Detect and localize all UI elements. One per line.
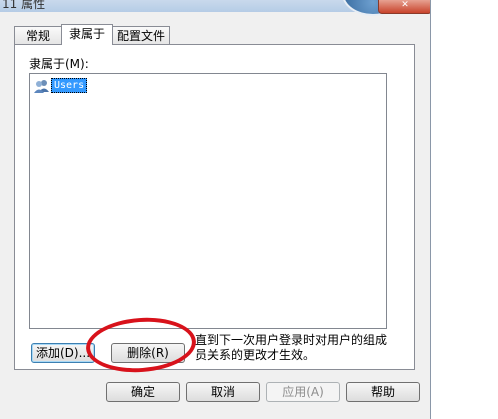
tab-member-of[interactable]: 隶属于 <box>61 24 113 45</box>
member-name: Users <box>51 78 88 93</box>
close-button[interactable]: ✕ <box>378 0 430 14</box>
add-button[interactable]: 添加(D)... <box>31 343 95 363</box>
cancel-button[interactable]: 取消 <box>186 382 260 402</box>
ok-button[interactable]: 确定 <box>106 382 180 402</box>
member-of-panel: 隶属于(M): Users 添加(D)... 删除(R) 直到下一次用户登录时对… <box>14 44 415 370</box>
properties-window: 11 属性 ✕ 常规 隶属于 配置文件 隶属于(M): Users 添加(D).… <box>0 0 431 419</box>
remove-button[interactable]: 删除(R) <box>111 343 185 363</box>
list-item[interactable]: Users <box>34 78 88 93</box>
help-button[interactable]: 帮助 <box>346 382 420 402</box>
group-icon <box>34 79 50 93</box>
window-title: 11 属性 <box>2 0 46 11</box>
member-list[interactable]: Users <box>29 73 387 329</box>
tab-profile[interactable]: 配置文件 <box>112 26 170 44</box>
tab-general[interactable]: 常规 <box>14 26 62 44</box>
close-icon: ✕ <box>401 0 409 10</box>
info-text: 直到下一次用户登录时对用户的组成员关系的更改才生效。 <box>195 333 388 362</box>
member-of-label: 隶属于(M): <box>29 57 89 71</box>
apply-button[interactable]: 应用(A) <box>266 382 340 402</box>
